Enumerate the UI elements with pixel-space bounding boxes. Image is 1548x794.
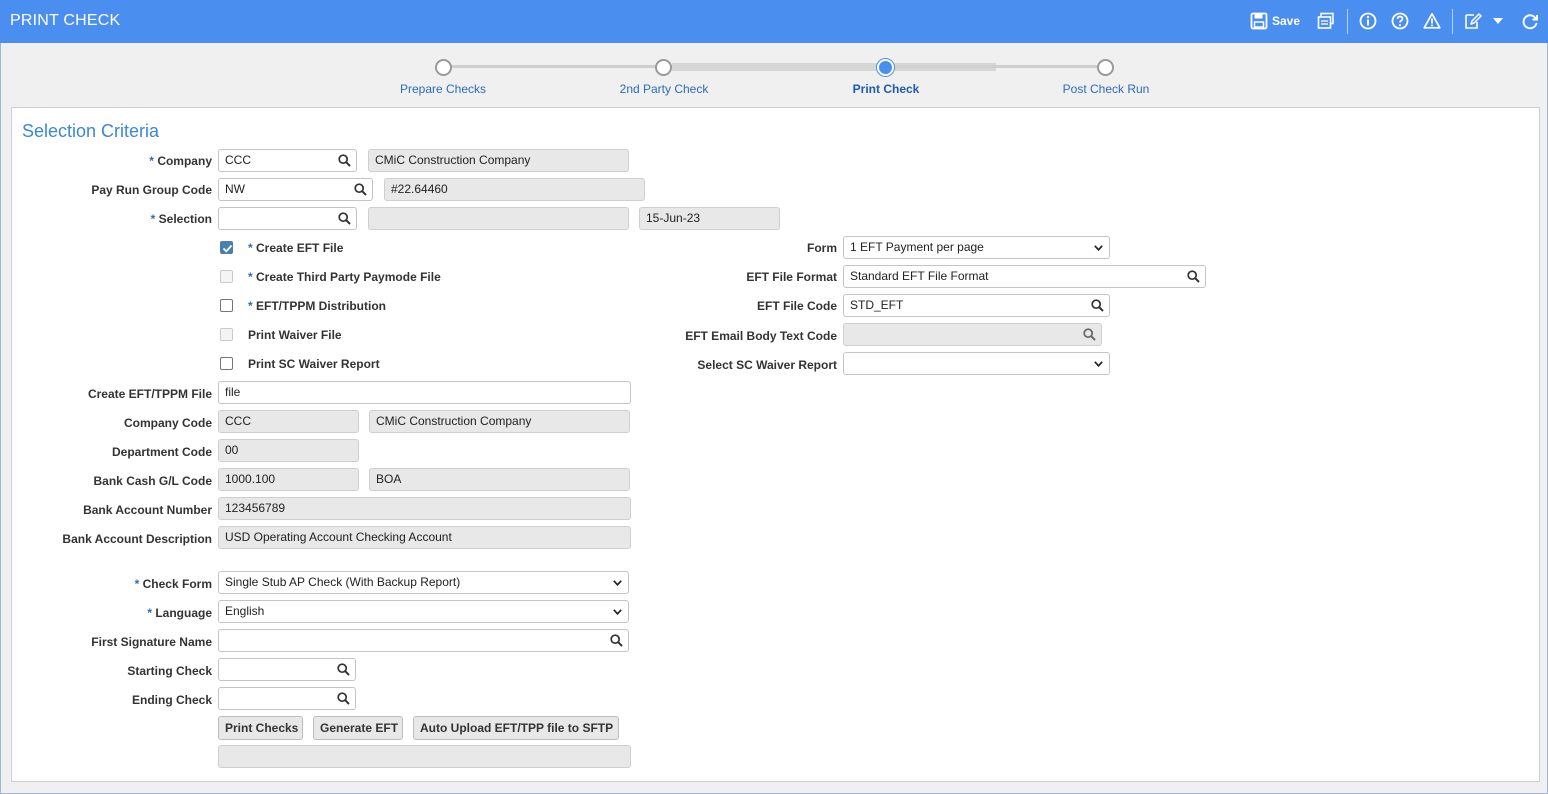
eft-file-code-label: EFT File Code	[756, 299, 837, 313]
print-sc-waiver-report-label: Print SC Waiver Report	[248, 357, 380, 371]
check-form-label: * Check Form	[134, 577, 212, 591]
edit-icon[interactable]	[1464, 12, 1482, 30]
ending-check-label: Ending Check	[131, 693, 212, 707]
create-eft-tppm-file-input[interactable]: file	[218, 381, 631, 404]
ending-check-input[interactable]	[218, 687, 356, 710]
help-icon[interactable]	[1391, 12, 1409, 30]
toolbar-divider	[1347, 9, 1348, 34]
bank-cash-gl-code-value: 1000.100	[218, 468, 359, 491]
generate-eft-button[interactable]: Generate EFT	[313, 716, 403, 740]
eft-file-format-label: EFT File Format	[746, 270, 837, 284]
selection-label: * Selection	[150, 212, 212, 226]
form-label: Form	[807, 241, 837, 255]
company-input[interactable]: CCC	[218, 149, 357, 172]
chevron-down-icon[interactable]	[1492, 16, 1504, 26]
page-title: PRINT CHECK	[10, 12, 121, 29]
selection-date: 15-Jun-23	[639, 207, 780, 230]
status-output	[218, 745, 631, 768]
step-post-check-run[interactable]: Post Check Run	[1063, 82, 1150, 96]
create-eft-tppm-file-label: Create EFT/TPPM File	[87, 387, 212, 401]
pay-run-group-code-label: Pay Run Group Code	[91, 183, 212, 197]
search-icon[interactable]	[1083, 328, 1096, 341]
bank-account-number-label: Bank Account Number	[83, 503, 212, 517]
starting-check-label: Starting Check	[127, 664, 212, 678]
search-icon[interactable]	[337, 663, 350, 676]
toolbar-divider	[1452, 9, 1453, 34]
search-icon[interactable]	[338, 154, 351, 167]
save-icon[interactable]	[1250, 12, 1268, 30]
eft-email-body-text-code-label: EFT Email Body Text Code	[685, 329, 837, 343]
pay-run-group-description: #22.64460	[384, 178, 645, 201]
print-sc-waiver-report-checkbox[interactable]	[220, 357, 233, 370]
create-eft-file-label: * Create EFT File	[248, 241, 344, 255]
eft-email-body-text-code-input[interactable]	[843, 323, 1102, 346]
search-icon[interactable]	[610, 634, 623, 647]
pay-run-group-code-input[interactable]: NW	[218, 178, 373, 201]
company-code-label: Company Code	[123, 416, 212, 430]
bank-cash-gl-code-label: Bank Cash G/L Code	[93, 474, 212, 488]
title-bar: PRINT CHECK Save	[0, 0, 1548, 43]
first-signature-name-label: First Signature Name	[91, 635, 212, 649]
first-signature-name-input[interactable]	[218, 629, 629, 652]
create-third-party-paymode-file-checkbox[interactable]	[220, 270, 233, 283]
step-print-check[interactable]: Print Check	[853, 82, 920, 96]
starting-check-input[interactable]	[218, 658, 356, 681]
bank-account-description-label: Bank Account Description	[62, 532, 212, 546]
eft-file-format-input[interactable]: Standard EFT File Format	[843, 265, 1206, 288]
search-icon[interactable]	[337, 692, 350, 705]
eft-tppm-distribution-label: * EFT/TPPM Distribution	[248, 299, 387, 313]
step-dot-post-check-run[interactable]	[1097, 59, 1114, 76]
chevron-down-icon	[613, 609, 622, 615]
select-sc-waiver-report-select[interactable]	[843, 352, 1110, 375]
save-button[interactable]: Save	[1272, 14, 1300, 28]
step-dot-2nd-party-check[interactable]	[655, 59, 672, 76]
print-waiver-file-checkbox[interactable]	[220, 328, 233, 341]
step-dot-print-check[interactable]	[877, 59, 894, 76]
company-code-description: CMiC Construction Company	[369, 410, 630, 433]
refresh-icon[interactable]	[1521, 12, 1539, 30]
select-sc-waiver-report-label: Select SC Waiver Report	[697, 358, 837, 372]
company-code-value: CCC	[218, 410, 359, 433]
check-form-select[interactable]: Single Stub AP Check (With Backup Report…	[218, 571, 629, 594]
department-code-value: 00	[218, 439, 359, 462]
form-select[interactable]: 1 EFT Payment per page	[843, 236, 1110, 259]
create-eft-file-checkbox[interactable]	[220, 241, 233, 254]
warning-icon[interactable]	[1423, 12, 1441, 30]
bank-cash-gl-description: BOA	[369, 468, 630, 491]
chevron-down-icon	[1094, 245, 1103, 251]
language-label: * Language	[147, 606, 212, 620]
create-third-party-paymode-file-label: * Create Third Party Paymode File	[248, 270, 441, 284]
bank-account-description-value: USD Operating Account Checking Account	[218, 526, 631, 549]
bank-account-number-value: 123456789	[218, 497, 631, 520]
auto-upload-sftp-button[interactable]: Auto Upload EFT/TPP file to SFTP	[413, 716, 619, 740]
selection-description	[368, 207, 629, 230]
language-select[interactable]: English	[218, 600, 629, 623]
company-description: CMiC Construction Company	[368, 149, 629, 172]
print-waiver-file-label: Print Waiver File	[248, 328, 342, 342]
step-prepare-checks[interactable]: Prepare Checks	[400, 82, 486, 96]
search-icon[interactable]	[354, 183, 367, 196]
step-dot-prepare-checks[interactable]	[435, 59, 452, 76]
section-title: Selection Criteria	[22, 121, 160, 141]
search-icon[interactable]	[1187, 270, 1200, 283]
stepper-track-remaining	[885, 65, 1106, 68]
search-icon[interactable]	[1091, 299, 1104, 312]
checkmark-icon	[222, 244, 233, 253]
print-icon[interactable]	[1317, 12, 1335, 30]
company-label: * Company	[149, 154, 212, 168]
info-icon[interactable]	[1359, 12, 1377, 30]
print-checks-button[interactable]: Print Checks	[218, 716, 303, 740]
search-icon[interactable]	[338, 212, 351, 225]
selection-input[interactable]	[218, 207, 357, 230]
department-code-label: Department Code	[111, 445, 212, 459]
chevron-down-icon	[1094, 361, 1103, 367]
eft-tppm-distribution-checkbox[interactable]	[220, 299, 233, 312]
step-2nd-party-check[interactable]: 2nd Party Check	[620, 82, 709, 96]
chevron-down-icon	[613, 580, 622, 586]
eft-file-code-input[interactable]: STD_EFT	[843, 294, 1110, 317]
